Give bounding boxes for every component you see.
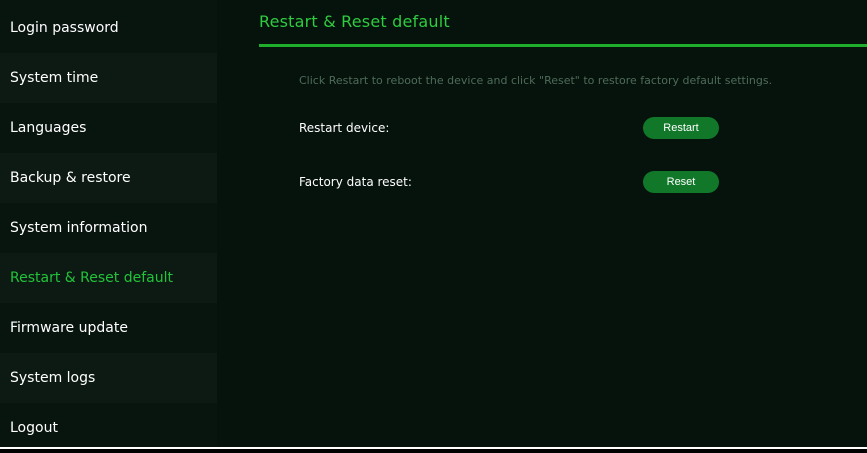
sidebar-item-firmware-update[interactable]: Firmware update (0, 303, 217, 353)
sidebar-item-system-information[interactable]: System information (0, 203, 217, 253)
sidebar-item-login-password[interactable]: Login password (0, 3, 217, 53)
sidebar-item-restart-reset[interactable]: Restart & Reset default (0, 253, 217, 303)
restart-button[interactable]: Restart (643, 117, 719, 139)
sidebar-item-logout[interactable]: Logout (0, 403, 217, 453)
page-title: Restart & Reset default (259, 12, 450, 31)
sidebar-item-backup-restore[interactable]: Backup & restore (0, 153, 217, 203)
sidebar-item-languages[interactable]: Languages (0, 103, 217, 153)
title-underline (259, 44, 867, 47)
factory-reset-label: Factory data reset: (299, 175, 412, 189)
reset-button[interactable]: Reset (643, 171, 719, 193)
main-panel: Restart & Reset default Click Restart to… (217, 0, 867, 449)
page-description: Click Restart to reboot the device and c… (299, 74, 773, 87)
app-frame: Login password System time Languages Bac… (0, 0, 867, 449)
sidebar-item-system-time[interactable]: System time (0, 53, 217, 103)
sidebar-item-system-logs[interactable]: System logs (0, 353, 217, 403)
sidebar: Login password System time Languages Bac… (0, 0, 217, 449)
restart-device-label: Restart device: (299, 121, 390, 135)
